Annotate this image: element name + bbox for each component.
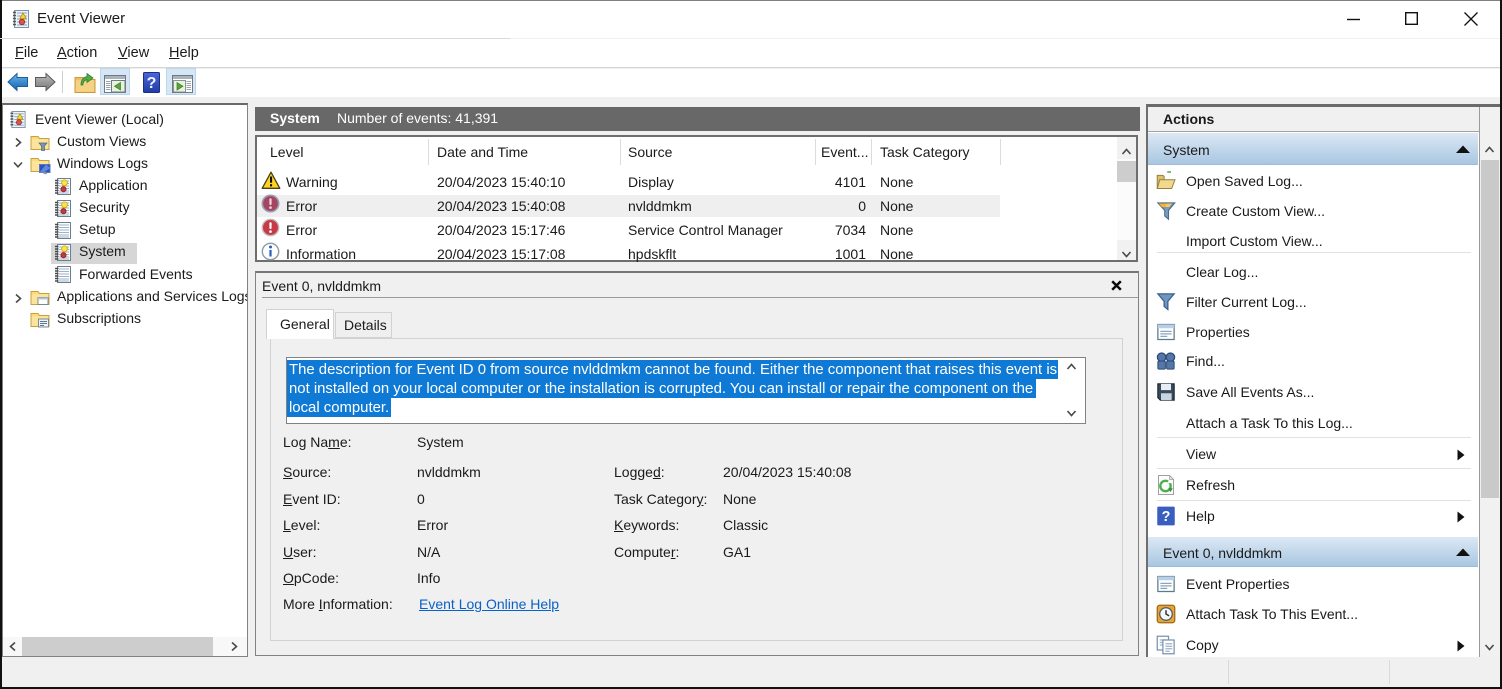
- svg-text:?: ?: [147, 75, 157, 92]
- svg-text:?: ?: [1162, 509, 1171, 525]
